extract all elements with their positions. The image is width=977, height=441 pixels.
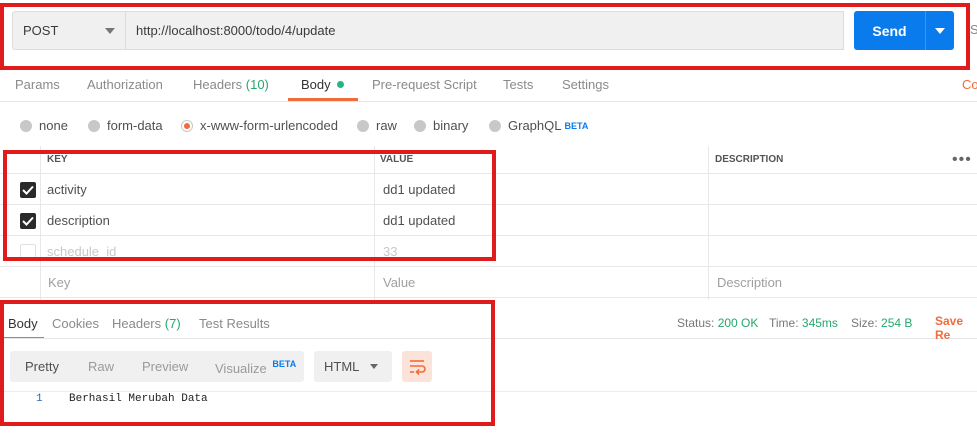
tab-pre-request-script[interactable]: Pre-request Script — [372, 77, 477, 92]
tabs-divider — [0, 101, 977, 102]
table-row-new[interactable]: Key Value Description — [0, 267, 977, 298]
size-label: Size: — [851, 316, 878, 330]
status-value: 200 OK — [717, 316, 759, 330]
radio-form-data[interactable]: form-data — [88, 118, 163, 133]
radio-label: GraphQL — [508, 118, 562, 133]
radio-binary[interactable]: binary — [414, 118, 468, 133]
save-button[interactable]: S — [970, 22, 977, 37]
radio-raw[interactable]: raw — [357, 118, 397, 133]
description-placeholder[interactable]: Description — [717, 267, 782, 297]
value-placeholder[interactable]: Value — [383, 267, 415, 297]
column-description-header: DESCRIPTION — [715, 154, 784, 165]
radio-label: form-data — [107, 118, 163, 133]
cookies-link[interactable]: Co — [962, 77, 977, 92]
radio-label: x-www-form-urlencoded — [200, 118, 338, 133]
column-divider — [708, 146, 709, 300]
tab-headers[interactable]: Headers (10) — [193, 77, 269, 92]
beta-badge: BETA — [564, 120, 589, 131]
annotation-box-params — [3, 150, 496, 261]
tab-authorization[interactable]: Authorization — [87, 77, 163, 92]
radio-none[interactable]: none — [20, 118, 68, 133]
tab-tests[interactable]: Tests — [503, 77, 533, 92]
radio-label: binary — [433, 118, 469, 133]
radio-selected-icon — [181, 119, 193, 132]
radio-label: raw — [376, 118, 397, 133]
annotation-box-url — [0, 3, 970, 70]
radio-x-www-form-urlencoded[interactable]: x-www-form-urlencoded — [181, 118, 338, 133]
size-value: 254 B — [881, 316, 913, 330]
radio-icon — [357, 119, 369, 132]
size-readout: Size: 254 B — [851, 316, 912, 330]
time-value: 345ms — [801, 316, 838, 330]
radio-icon — [414, 119, 426, 132]
time-readout: Time: 345ms — [769, 316, 838, 330]
radio-icon — [20, 119, 32, 132]
annotation-box-response — [0, 300, 495, 426]
time-label: Time: — [769, 316, 799, 330]
save-response-button[interactable]: Save Re — [935, 314, 977, 342]
tab-headers-count: (10) — [245, 77, 269, 92]
tab-headers-label: Headers — [193, 77, 243, 92]
tab-params[interactable]: Params — [15, 77, 60, 92]
tab-body[interactable]: Body — [301, 77, 344, 92]
radio-label: none — [39, 118, 68, 133]
tab-settings[interactable]: Settings — [562, 77, 609, 92]
radio-icon — [489, 119, 501, 132]
more-options-icon[interactable]: ••• — [952, 151, 972, 169]
body-indicator-icon — [336, 81, 344, 88]
radio-icon — [88, 119, 100, 132]
radio-graphql[interactable]: GraphQL BETA — [489, 118, 588, 133]
status-label: Status: — [677, 316, 715, 330]
tab-body-label: Body — [301, 77, 331, 92]
status-readout: Status: 200 OK — [677, 316, 758, 330]
key-placeholder[interactable]: Key — [48, 267, 70, 297]
